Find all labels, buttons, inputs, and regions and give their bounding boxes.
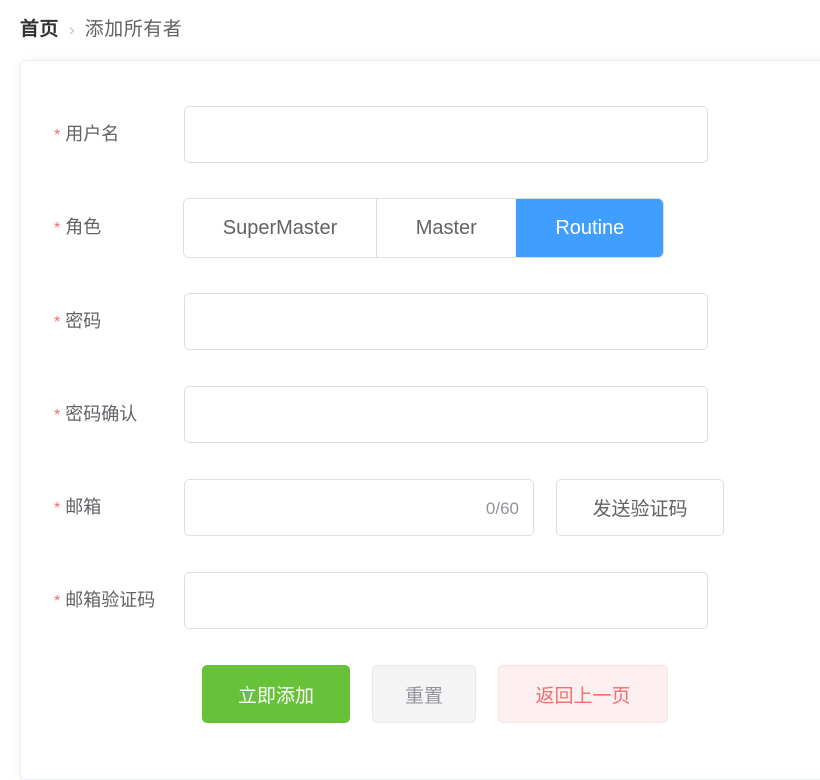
form-actions: 立即添加 重置 返回上一页 — [202, 665, 668, 723]
submit-button[interactable]: 立即添加 — [202, 665, 350, 723]
form-row-password-confirm: * 密码确认 — [21, 386, 820, 444]
email-code-input[interactable] — [184, 572, 708, 629]
reset-button[interactable]: 重置 — [372, 665, 476, 723]
label-role: * 角色 — [21, 199, 184, 257]
chevron-right-icon: › — [69, 20, 75, 39]
breadcrumb-item-current: 添加所有者 — [84, 19, 183, 40]
label-username: * 用户名 — [21, 106, 184, 164]
label-username-text: 用户名 — [65, 124, 120, 144]
back-button[interactable]: 返回上一页 — [498, 665, 668, 723]
breadcrumb: 首页 › 添加所有者 — [20, 16, 182, 44]
role-option-supermaster[interactable]: SuperMaster — [184, 199, 377, 257]
label-email-code: * 邮箱验证码 — [21, 572, 184, 630]
required-asterisk-icon: * — [54, 406, 61, 424]
label-password-confirm-text: 密码确认 — [65, 404, 138, 424]
email-input[interactable]: 0/60 — [184, 479, 534, 536]
role-radio-group[interactable]: SuperMaster Master Routine — [184, 199, 663, 257]
email-char-counter: 0/60 — [485, 499, 519, 518]
required-asterisk-icon: * — [54, 592, 61, 610]
form-row-email-code: * 邮箱验证码 — [21, 572, 820, 630]
label-email-text: 邮箱 — [65, 497, 102, 517]
form-row-email: * 邮箱 0/60 发送验证码 — [21, 479, 820, 537]
form-row-password: * 密码 — [21, 293, 820, 351]
required-asterisk-icon: * — [54, 219, 61, 237]
label-password-text: 密码 — [65, 311, 102, 331]
breadcrumb-item-home[interactable]: 首页 — [20, 16, 59, 44]
form-row-username: * 用户名 — [21, 106, 820, 164]
required-asterisk-icon: * — [54, 499, 61, 517]
required-asterisk-icon: * — [54, 313, 61, 331]
label-password-confirm: * 密码确认 — [21, 386, 184, 444]
form-card: * 用户名 * 角色 SuperMaster Master Routine * 密码 — [20, 60, 820, 780]
send-verification-code-button[interactable]: 发送验证码 — [556, 479, 724, 536]
label-email: * 邮箱 — [21, 479, 184, 537]
label-email-code-text: 邮箱验证码 — [65, 590, 156, 610]
role-option-routine[interactable]: Routine — [516, 199, 663, 257]
label-role-text: 角色 — [65, 217, 102, 237]
form-row-role: * 角色 SuperMaster Master Routine — [21, 199, 820, 257]
role-option-master[interactable]: Master — [376, 199, 517, 257]
password-confirm-input[interactable] — [184, 386, 708, 443]
username-input[interactable] — [184, 106, 708, 163]
password-input[interactable] — [184, 293, 708, 350]
label-password: * 密码 — [21, 293, 184, 351]
required-asterisk-icon: * — [54, 126, 61, 144]
